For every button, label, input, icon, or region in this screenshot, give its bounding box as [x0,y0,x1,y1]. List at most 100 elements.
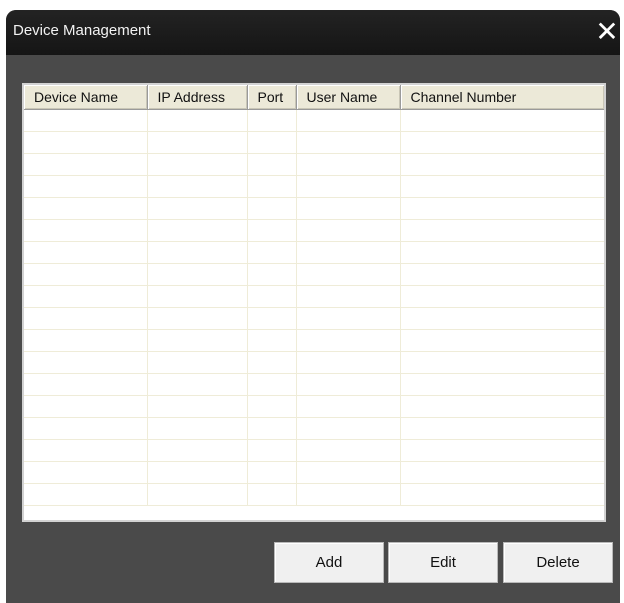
table-cell [400,285,604,308]
column-header-channel-number[interactable]: Channel Number [400,85,604,110]
table-cell [147,109,248,132]
table-cell [24,197,148,220]
table-cell [247,175,297,198]
table-row[interactable] [24,153,604,176]
table-cell [24,329,148,352]
header-row: Device Name IP Address Port User Name Ch… [24,85,604,110]
table-cell [147,131,248,154]
table-cell [296,109,401,132]
column-header-user-name[interactable]: User Name [296,85,401,110]
table-row[interactable] [24,351,604,374]
table-cell [147,483,248,506]
table-cell [400,351,604,374]
table-cell [247,483,297,506]
table-row[interactable] [24,131,604,154]
table-cell [247,131,297,154]
table-cell [147,461,248,484]
table-cell [24,219,148,242]
table-cell [147,153,248,176]
table-cell [296,241,401,264]
table-row[interactable] [24,109,604,132]
table-cell [24,241,148,264]
title-bar[interactable]: Device Management ✕ [6,10,620,55]
table-cell [400,373,604,396]
table-cell [400,131,604,154]
column-header-ip-address[interactable]: IP Address [147,85,248,110]
table-cell [400,109,604,132]
table-cell [296,307,401,330]
table-cell [24,285,148,308]
column-header-port[interactable]: Port [247,85,297,110]
table-cell [24,461,148,484]
table-cell [296,329,401,352]
table-cell [400,461,604,484]
table-cell [24,483,148,506]
table-cell [147,351,248,374]
table-cell [247,219,297,242]
device-management-window: Device Management ✕ Device Name IP Addre… [6,10,620,603]
table-cell [24,175,148,198]
table-cell [247,109,297,132]
table-row[interactable] [24,263,604,286]
table-cell [147,197,248,220]
table-row[interactable] [24,417,604,440]
device-list-grid[interactable]: Device Name IP Address Port User Name Ch… [22,83,606,522]
table-row[interactable] [24,197,604,220]
table-cell [247,373,297,396]
table-cell [247,351,297,374]
table-cell [24,395,148,418]
table-cell [24,131,148,154]
table-cell [247,307,297,330]
table-cell [400,197,604,220]
close-icon[interactable]: ✕ [595,14,619,50]
table-row[interactable] [24,483,604,506]
table-cell [147,307,248,330]
table-row[interactable] [24,285,604,308]
edit-button[interactable]: Edit [388,542,498,583]
table-cell [24,109,148,132]
table-cell [247,153,297,176]
table-cell [24,351,148,374]
table-cell [296,131,401,154]
table-cell [147,373,248,396]
table-row[interactable] [24,241,604,264]
table-cell [24,263,148,286]
table-cell [247,285,297,308]
table-cell [247,461,297,484]
table-cell [247,439,297,462]
table-row[interactable] [24,439,604,462]
table-cell [296,417,401,440]
table-row[interactable] [24,373,604,396]
table-cell [296,483,401,506]
table-cell [296,153,401,176]
table-cell [296,461,401,484]
table-cell [400,417,604,440]
table-cell [400,395,604,418]
table-cell [400,263,604,286]
delete-button[interactable]: Delete [503,542,613,583]
table-cell [247,197,297,220]
add-button[interactable]: Add [274,542,384,583]
table-cell [296,439,401,462]
table-cell [247,417,297,440]
table-cell [296,395,401,418]
table-row[interactable] [24,307,604,330]
table-cell [147,219,248,242]
table-cell [296,197,401,220]
table-cell [147,417,248,440]
table-cell [147,329,248,352]
table-cell [296,285,401,308]
table-row[interactable] [24,219,604,242]
table-cell [400,219,604,242]
table-row[interactable] [24,329,604,352]
column-header-device-name[interactable]: Device Name [24,85,148,110]
table-cell [400,329,604,352]
table-cell [147,263,248,286]
table-row[interactable] [24,395,604,418]
table-cell [147,395,248,418]
table-row[interactable] [24,175,604,198]
table-row[interactable] [24,461,604,484]
window-title: Device Management [13,22,151,39]
table-cell [147,175,248,198]
table-cell [296,351,401,374]
